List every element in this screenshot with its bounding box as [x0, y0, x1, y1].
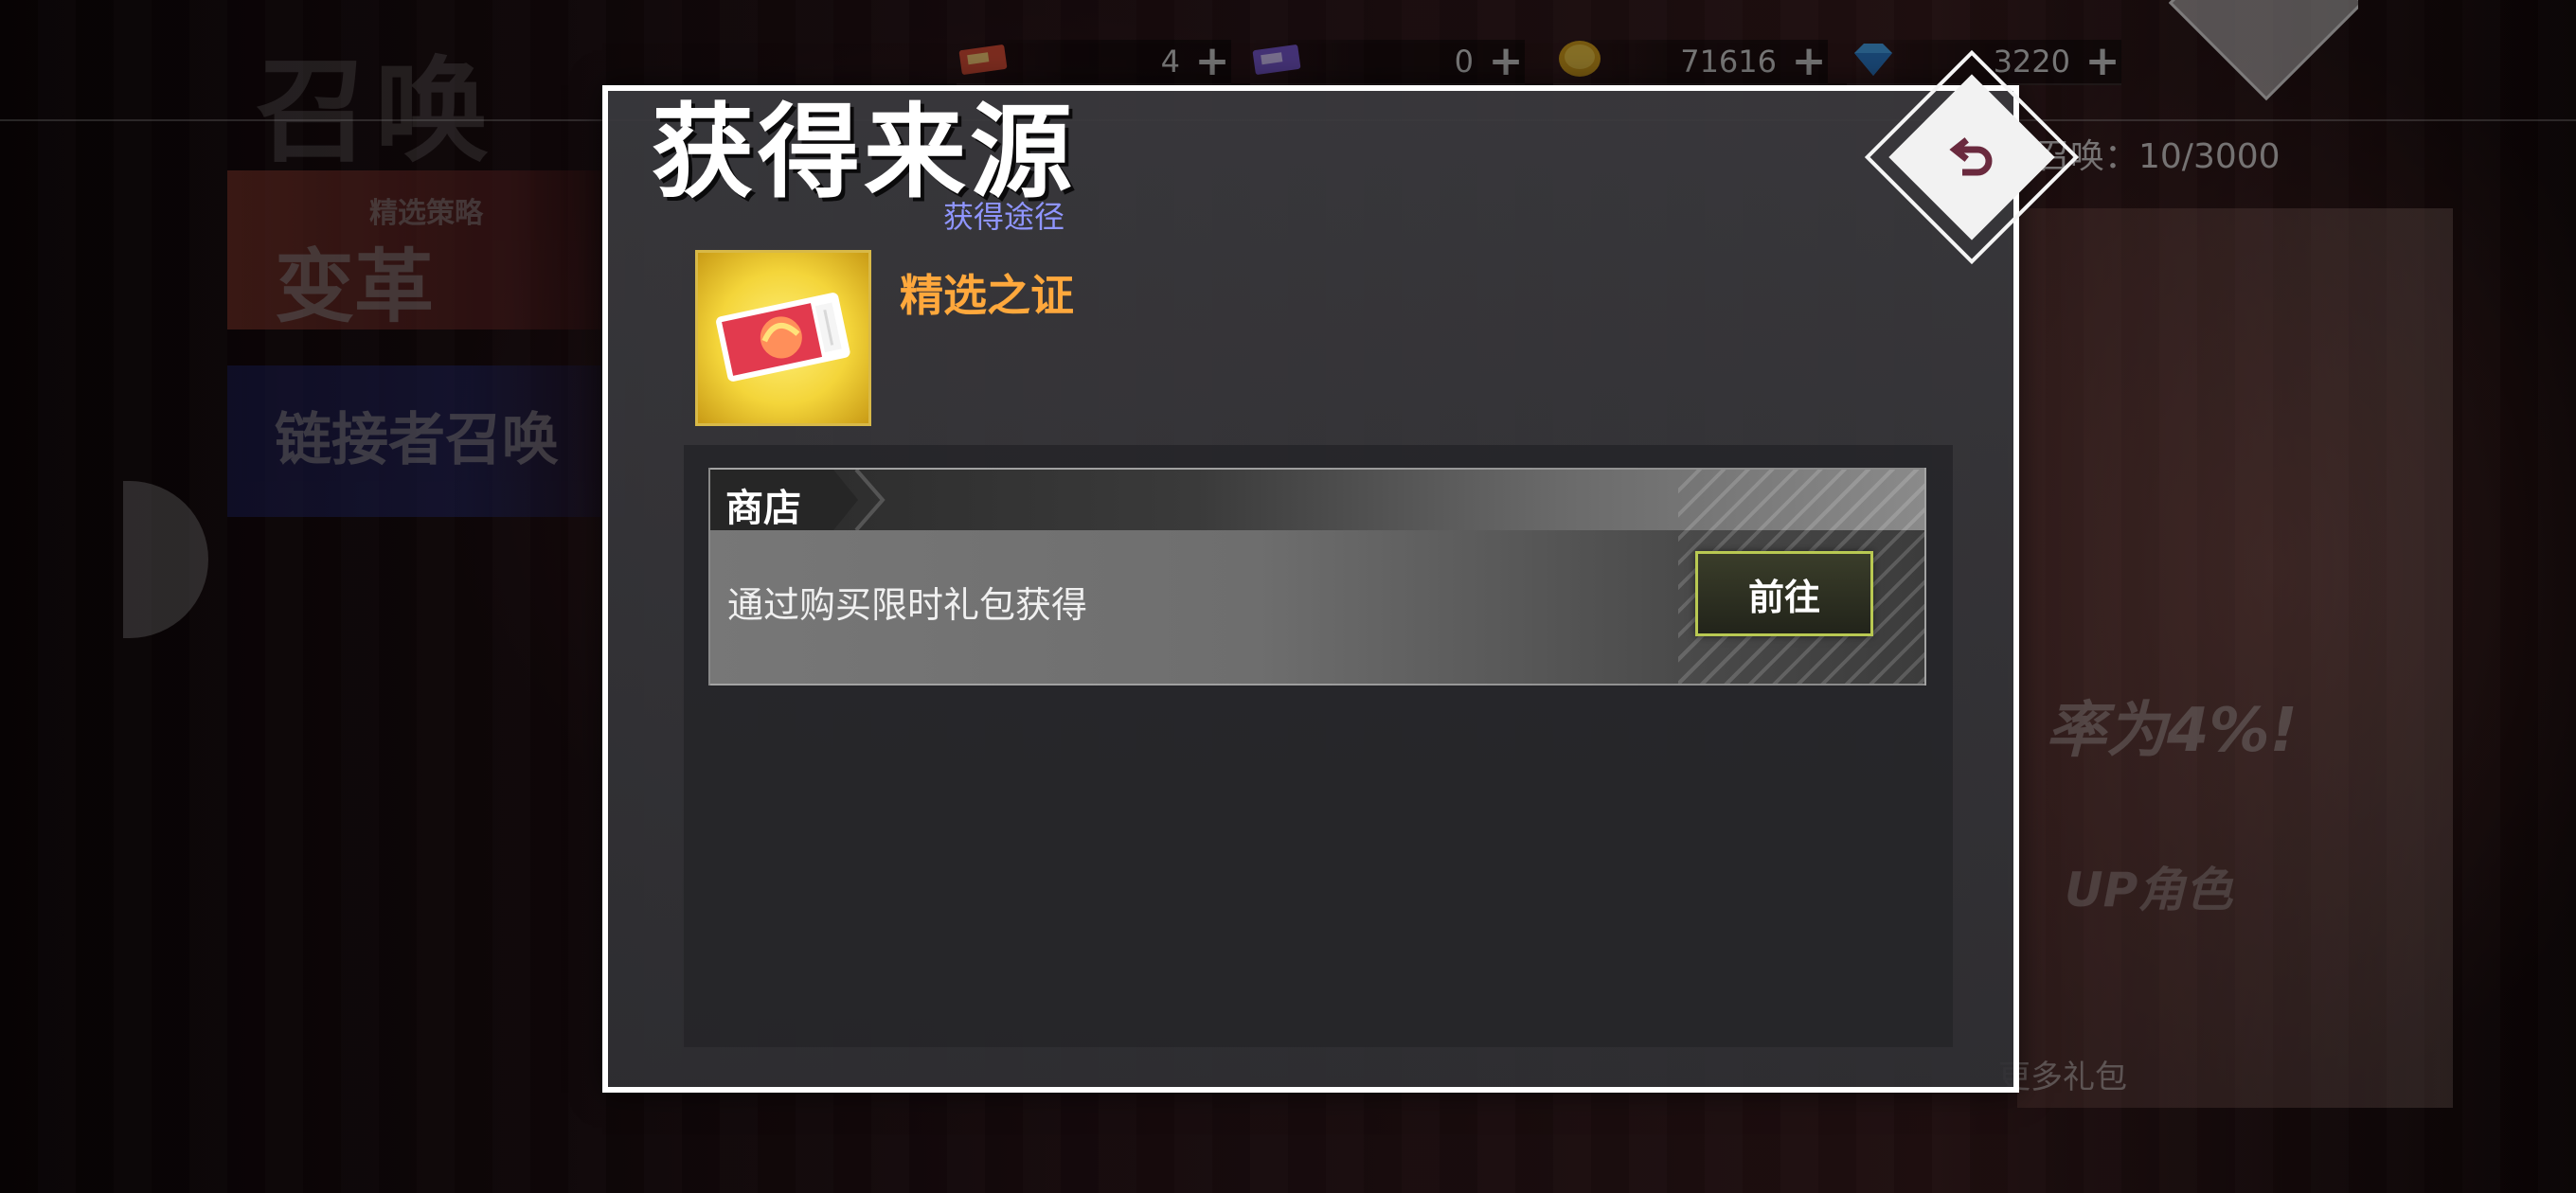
source-card-shop: 商店 通过购买限时礼包获得 前往 [708, 468, 1926, 686]
chevron-right-icon [854, 470, 886, 530]
close-button[interactable] [1864, 49, 2080, 265]
selection-ticket-icon [716, 293, 850, 382]
source-category-label: 商店 [725, 486, 801, 530]
item-icon-frame [695, 250, 871, 426]
go-to-button[interactable]: 前往 [1695, 551, 1873, 636]
item-name: 精选之证 [900, 270, 1074, 321]
dialog-subtitle: 获得途径 [943, 199, 1065, 235]
return-arrow-icon [1949, 137, 1993, 176]
source-description: 通过购买限时礼包获得 [727, 584, 1088, 626]
